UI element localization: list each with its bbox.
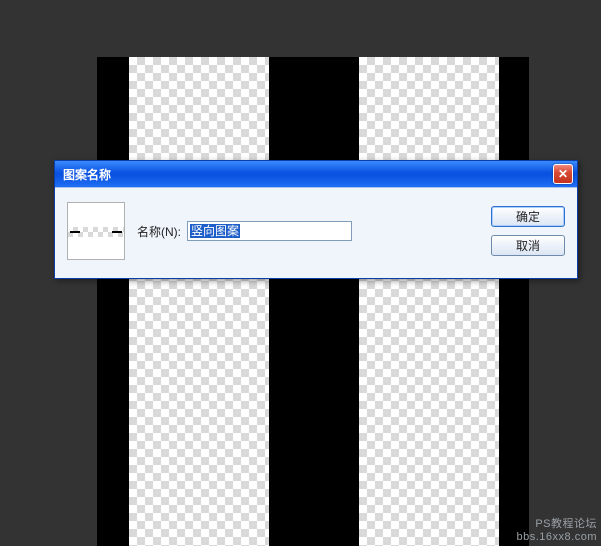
document-canvas <box>97 57 529 546</box>
watermark-line1: PS教程论坛 <box>517 518 597 531</box>
dialog-titlebar[interactable]: 图案名称 ✕ <box>55 161 577 187</box>
close-icon: ✕ <box>558 167 568 181</box>
pattern-name-input[interactable] <box>187 221 352 241</box>
dialog-body: 名称(N): 竖向图案 确定 取消 <box>55 187 577 278</box>
canvas-stripe <box>97 57 129 546</box>
name-label: 名称(N): <box>137 223 181 240</box>
canvas-stripe <box>269 57 359 546</box>
pattern-name-dialog: 图案名称 ✕ 名称(N): 竖向图案 确定 取消 <box>54 160 578 279</box>
watermark: PS教程论坛 bbs.16xx8.com <box>517 518 597 544</box>
dialog-buttons: 确定 取消 <box>491 206 565 256</box>
canvas-stripe <box>129 57 269 546</box>
name-field-row: 名称(N): 竖向图案 <box>137 221 479 241</box>
name-input-wrap: 竖向图案 <box>187 221 479 241</box>
ok-button[interactable]: 确定 <box>491 206 565 227</box>
canvas-stripe <box>359 57 499 546</box>
cancel-button[interactable]: 取消 <box>491 235 565 256</box>
preview-pattern-icon <box>70 231 122 233</box>
canvas-stripe <box>499 57 529 546</box>
close-button[interactable]: ✕ <box>553 164 573 184</box>
pattern-preview <box>67 202 125 260</box>
watermark-line2: bbs.16xx8.com <box>517 531 597 544</box>
dialog-title: 图案名称 <box>63 166 553 183</box>
